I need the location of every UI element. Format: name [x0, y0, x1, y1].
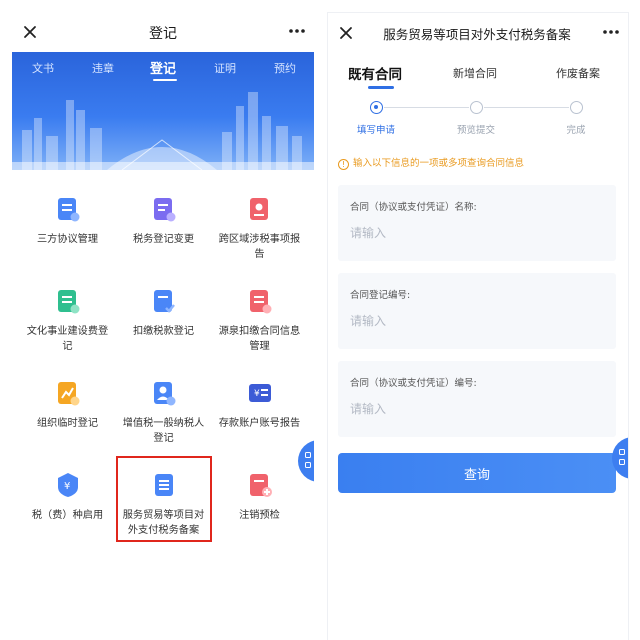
tab-new-contract[interactable]: 新增合同: [453, 65, 497, 81]
step-indicator: [570, 101, 583, 114]
grid-item-label: 增值税一般纳税人登记: [122, 418, 205, 444]
grid-square-icon: [305, 452, 311, 458]
contract-name-input[interactable]: [350, 221, 590, 245]
grid-item-label: 扣缴税款登记: [132, 326, 195, 337]
active-tab-indicator: [368, 86, 394, 89]
grid-square-icon: [619, 449, 625, 455]
grid-item-label: 源泉扣缴合同信息管理: [218, 326, 301, 352]
grid-item-deposit-account-report[interactable]: ¥ 存款账户账号报告: [212, 360, 307, 452]
step-label: 完成: [566, 125, 586, 136]
step-indicator: [470, 101, 483, 114]
person-badge-icon: [154, 382, 176, 406]
step-connector: [384, 107, 469, 108]
contract-registration-number-input[interactable]: [350, 309, 590, 333]
document-shield-icon: [250, 290, 272, 314]
more-icon[interactable]: [288, 28, 306, 34]
step-indicator-active: [370, 101, 383, 114]
tab-existing-contract[interactable]: 既有合同: [348, 63, 402, 83]
grid-item-tripartite-agreement[interactable]: 三方协议管理: [20, 176, 115, 268]
city-skyline-illustration: [12, 92, 314, 170]
contract-number-field: 合同（协议或支付凭证）编号:: [338, 361, 616, 437]
grid-item-label: 税务登记变更: [132, 234, 195, 245]
grid-item-cross-region-report[interactable]: 跨区域涉税事项报告: [212, 176, 307, 268]
field-label: 合同（协议或支付凭证）编号:: [350, 378, 477, 389]
grid-item-withholding-registration[interactable]: 扣缴税款登记: [116, 268, 211, 360]
grid-item-label: 组织临时登记: [36, 418, 99, 429]
medical-document-icon: [250, 474, 272, 497]
header-banner: 文书 违章 登记 证明 预约: [12, 52, 314, 170]
grid-item-label: 税（费）种启用: [31, 510, 104, 521]
document-plus-icon: [58, 290, 80, 314]
right-screen: 服务贸易等项目对外支付税务备案 既有合同 新增合同 作废备案 填写申请 预览提交…: [327, 12, 629, 640]
step-label: 填写申请: [356, 125, 395, 136]
query-button[interactable]: 查询: [338, 453, 616, 493]
field-label: 合同（协议或支付凭证）名称:: [350, 202, 477, 213]
location-document-icon: [250, 198, 268, 220]
grid-item-registration-change[interactable]: 税务登记变更: [116, 176, 211, 268]
document-check-icon: [154, 290, 175, 313]
document-list-icon: [58, 198, 80, 222]
page-title: 登记: [149, 26, 177, 42]
svg-text:¥: ¥: [254, 389, 260, 399]
bank-card-icon: ¥: [249, 384, 271, 402]
document-edit-icon: [154, 198, 176, 222]
highlight-box: [116, 456, 212, 542]
grid-item-deregistration-precheck[interactable]: 注销预检: [212, 452, 307, 544]
hint-message: ! 输入以下信息的一项或多项查询合同信息: [338, 155, 524, 170]
progress-steps: 填写申请 预览提交 完成: [328, 101, 628, 145]
chart-document-icon: [58, 382, 80, 406]
left-screen: 登记 文书 违章 登记 证明 预约 三方协议管理 税务登记变更 跨区域涉税事项报…: [12, 12, 314, 640]
grid-item-source-withholding-contract[interactable]: 源泉扣缴合同信息管理: [212, 268, 307, 360]
contract-number-input[interactable]: [350, 397, 590, 421]
field-label: 合同登记编号:: [350, 290, 411, 301]
contract-tabs: 既有合同 新增合同 作废备案: [328, 53, 628, 93]
hint-text: 输入以下信息的一项或多项查询合同信息: [353, 158, 525, 169]
grid-item-temporary-registration[interactable]: 组织临时登记: [20, 360, 115, 452]
close-icon[interactable]: [336, 23, 356, 43]
title-bar: 服务贸易等项目对外支付税务备案: [328, 13, 628, 53]
grid-square-icon: [305, 462, 311, 468]
grid-item-cultural-fee-registration[interactable]: 文化事业建设费登记: [20, 268, 115, 360]
grid-item-label: 注销预检: [239, 510, 280, 521]
step-connector: [484, 107, 569, 108]
yen-shield-icon: ¥: [58, 473, 78, 497]
grid-item-label: 三方协议管理: [36, 234, 99, 245]
more-icon[interactable]: [602, 29, 620, 35]
title-bar: 登记: [12, 12, 314, 52]
contract-registration-number-field: 合同登记编号:: [338, 273, 616, 349]
page-title: 服务贸易等项目对外支付税务备案: [383, 27, 571, 42]
grid-item-label: 跨区域涉税事项报告: [218, 234, 301, 260]
grid-item-vat-general-taxpayer[interactable]: 增值税一般纳税人登记: [116, 360, 211, 452]
grid-item-label: 文化事业建设费登记: [26, 326, 109, 352]
warning-icon: !: [338, 159, 349, 170]
grid-square-icon: [619, 459, 625, 465]
contract-name-field: 合同（协议或支付凭证）名称:: [338, 185, 616, 261]
tab-void-filing[interactable]: 作废备案: [556, 65, 600, 81]
grid-item-tax-type-enable[interactable]: ¥ 税（费）种启用: [20, 452, 115, 544]
grid-item-label: 存款账户账号报告: [218, 418, 301, 429]
step-label: 预览提交: [456, 125, 495, 136]
svg-text:¥: ¥: [64, 481, 70, 492]
close-icon[interactable]: [20, 22, 40, 42]
